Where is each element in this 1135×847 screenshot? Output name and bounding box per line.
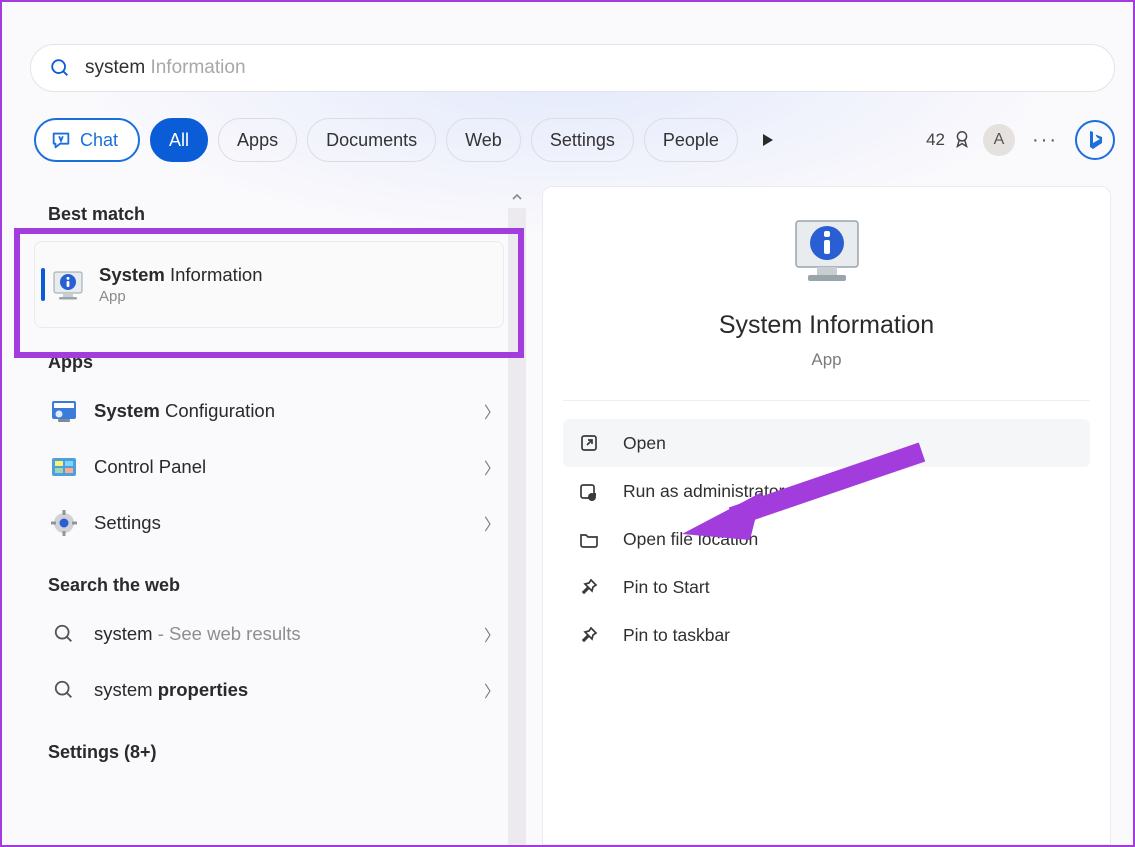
result-label: Control Panel [94, 456, 468, 478]
system-information-icon [790, 215, 864, 289]
filter-people[interactable]: People [644, 118, 738, 162]
search-icon [50, 620, 78, 648]
best-match-subtitle: App [99, 288, 485, 305]
chevron-right-icon: 〉 [484, 511, 500, 535]
preview-title: System Information [719, 311, 934, 340]
filter-web[interactable]: Web [446, 118, 521, 162]
result-label: system - See web results [94, 623, 468, 645]
medal-icon [951, 129, 973, 151]
best-match-result[interactable]: System Information App [34, 241, 504, 328]
selection-accent [41, 268, 45, 301]
search-icon [49, 57, 71, 79]
result-label: system properties [94, 679, 468, 701]
filter-row: Chat All Apps Documents Web Settings Peo… [34, 116, 1115, 164]
app-result-system-configuration[interactable]: System Configuration 〉 [16, 383, 522, 439]
run-admin-icon [577, 479, 601, 503]
result-label: System Configuration [94, 400, 468, 422]
bing-icon [1085, 129, 1105, 151]
best-match-title: System Information [99, 264, 485, 286]
web-result-system-properties[interactable]: system properties 〉 [16, 662, 522, 718]
overflow-menu[interactable]: ··· [1025, 129, 1065, 152]
result-label: Settings [94, 512, 468, 534]
system-configuration-icon [50, 397, 78, 425]
bing-chat-button[interactable] [1075, 120, 1115, 160]
play-triangle-icon [760, 132, 776, 148]
results-pane: Best match System Information App Apps S… [16, 186, 522, 845]
action-pin-taskbar[interactable]: Pin to taskbar [563, 611, 1090, 659]
action-open[interactable]: Open [563, 419, 1090, 467]
open-external-icon [577, 431, 601, 455]
section-best-match: Best match [16, 186, 522, 235]
pin-icon [577, 575, 601, 599]
action-list: Open Run as administrator Open file loca… [563, 401, 1090, 659]
folder-icon [577, 527, 601, 551]
search-bar[interactable]: system Information [30, 44, 1115, 92]
filter-settings[interactable]: Settings [531, 118, 634, 162]
search-icon [50, 676, 78, 704]
pin-icon [577, 623, 601, 647]
search-input[interactable]: system Information [85, 57, 246, 79]
filter-apps[interactable]: Apps [218, 118, 297, 162]
chevron-right-icon: 〉 [484, 455, 500, 479]
section-apps: Apps [16, 328, 522, 383]
preview-pane: System Information App Open Run as admin… [542, 186, 1111, 845]
chat-bubble-icon [50, 129, 72, 151]
app-result-settings[interactable]: Settings 〉 [16, 495, 522, 551]
control-panel-icon [50, 453, 78, 481]
preview-hero: System Information App [563, 215, 1090, 401]
section-settings: Settings (8+) [16, 718, 522, 773]
action-open-file-location[interactable]: Open file location [563, 515, 1090, 563]
more-filters-button[interactable] [748, 120, 788, 160]
settings-gear-icon [50, 509, 78, 537]
chevron-right-icon: 〉 [484, 678, 500, 702]
action-run-admin[interactable]: Run as administrator [563, 467, 1090, 515]
filter-documents[interactable]: Documents [307, 118, 436, 162]
user-avatar[interactable]: A [983, 124, 1015, 156]
app-result-control-panel[interactable]: Control Panel 〉 [16, 439, 522, 495]
filter-chat[interactable]: Chat [34, 118, 140, 162]
section-search-web: Search the web [16, 551, 522, 606]
web-result-system[interactable]: system - See web results 〉 [16, 606, 522, 662]
preview-subtitle: App [811, 350, 841, 370]
rewards-counter[interactable]: 42 [926, 129, 973, 151]
system-information-icon [51, 268, 85, 302]
chevron-right-icon: 〉 [484, 399, 500, 423]
filter-all[interactable]: All [150, 118, 208, 162]
action-pin-start[interactable]: Pin to Start [563, 563, 1090, 611]
chevron-right-icon: 〉 [484, 622, 500, 646]
